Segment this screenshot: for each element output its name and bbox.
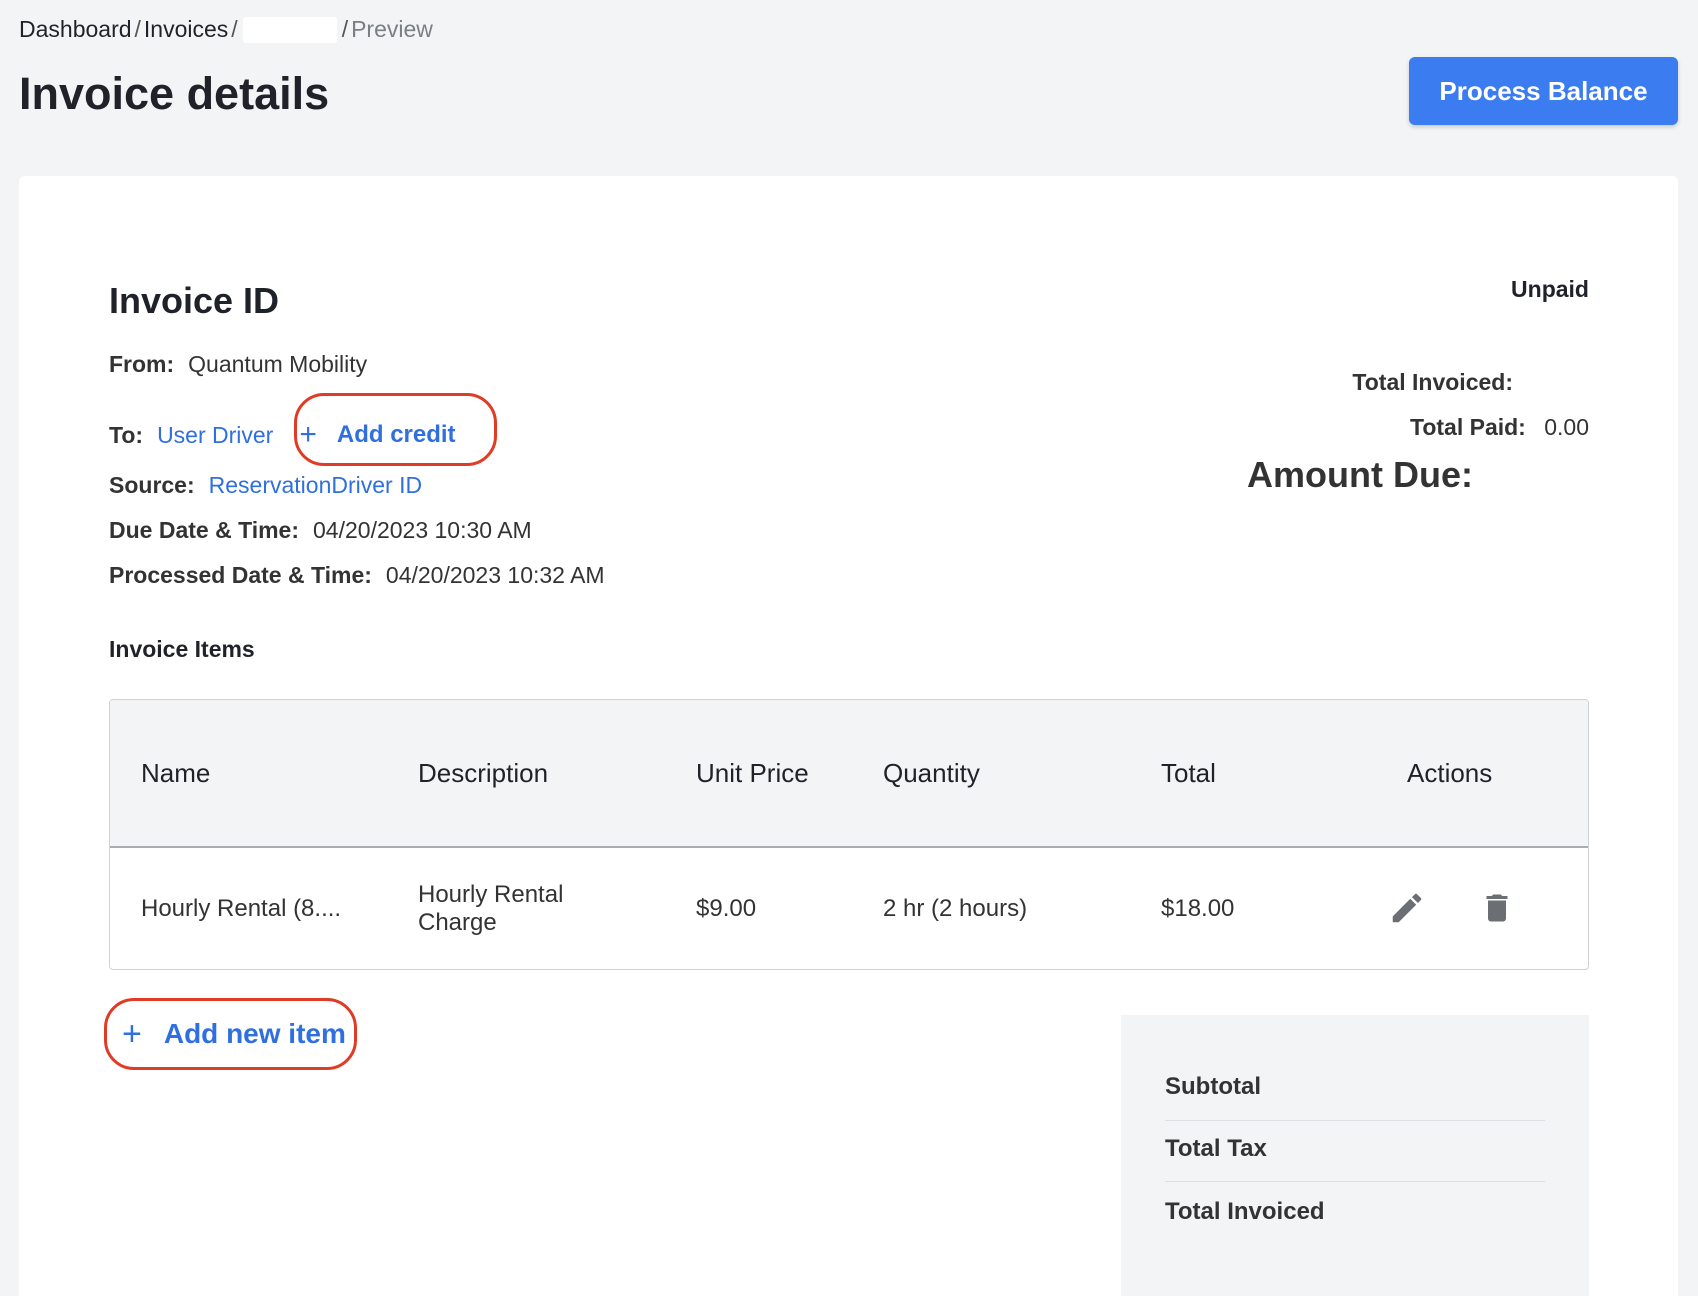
summary-panel: Subtotal Total Tax Total Invoiced (1121, 1015, 1589, 1296)
breadcrumb-current: Preview (351, 16, 433, 42)
cell-description-line1: Hourly Rental (418, 881, 564, 908)
table-header: Name Description Unit Price Quantity Tot… (110, 700, 1588, 848)
total-invoiced-label: Total Invoiced: (1352, 369, 1513, 395)
due-value: 04/20/2023 10:30 AM (313, 517, 532, 543)
summary-divider (1165, 1120, 1545, 1121)
add-credit-button[interactable]: + Add credit (299, 420, 455, 450)
plus-icon: + (299, 418, 317, 451)
column-header-total: Total (1161, 757, 1216, 788)
column-header-quantity: Quantity (883, 757, 980, 788)
cell-total: $18.00 (1161, 895, 1235, 922)
total-invoiced-row: Total Invoiced: (1352, 369, 1513, 396)
add-credit-label: Add credit (336, 421, 456, 448)
breadcrumb: Dashboard / Invoices / / Preview (19, 16, 433, 43)
breadcrumb-invoices[interactable]: Invoices (144, 16, 228, 43)
from-label: From: (109, 351, 175, 377)
to-value-link[interactable]: User Driver (157, 422, 273, 449)
total-paid-row: Total Paid: 0.00 (1410, 414, 1589, 441)
page-root: Dashboard / Invoices / / Preview Invoice… (0, 0, 1698, 1296)
total-paid-label: Total Paid: (1409, 414, 1526, 440)
summary-total-invoiced-label: Total Invoiced (1165, 1198, 1325, 1225)
cell-quantity: 2 hr (2 hours) (883, 895, 1028, 922)
source-row: Source: ReservationDriver ID (109, 472, 422, 499)
cell-description: Hourly Rental Charge (418, 881, 563, 937)
amount-due-label: Amount Due: (1247, 454, 1473, 495)
process-balance-button[interactable]: Process Balance (1409, 57, 1678, 125)
invoice-id-heading: Invoice ID (109, 280, 280, 321)
summary-total-tax-label: Total Tax (1165, 1135, 1267, 1162)
breadcrumb-separator: / (134, 16, 141, 42)
source-label: Source: (109, 472, 195, 498)
cell-unit-price: $9.00 (696, 895, 757, 922)
add-new-item-button[interactable]: + Add new item (122, 1017, 346, 1051)
from-value: Quantum Mobility (188, 351, 368, 377)
column-header-description: Description (418, 757, 549, 788)
pencil-icon[interactable] (1385, 886, 1429, 930)
total-paid-value: 0.00 (1544, 414, 1589, 440)
processed-label: Processed Date & Time: (109, 562, 372, 588)
table-row: Hourly Rental (8.... Hourly Rental Charg… (110, 848, 1588, 969)
due-label: Due Date & Time: (109, 517, 300, 543)
source-value-link[interactable]: ReservationDriver ID (209, 472, 422, 499)
due-row: Due Date & Time: 04/20/2023 10:30 AM (109, 517, 532, 544)
column-header-actions: Actions (1407, 757, 1493, 788)
from-row: From: Quantum Mobility (109, 351, 367, 378)
invoice-items-heading: Invoice Items (109, 636, 255, 662)
invoice-items-table: Name Description Unit Price Quantity Tot… (109, 699, 1589, 970)
breadcrumb-separator: / (341, 16, 349, 42)
breadcrumb-dashboard[interactable]: Dashboard (19, 16, 132, 43)
processed-row: Processed Date & Time: 04/20/2023 10:32 … (109, 562, 605, 589)
column-header-unit-price: Unit Price (696, 757, 809, 788)
summary-divider (1165, 1181, 1545, 1182)
trash-icon[interactable] (1475, 886, 1519, 930)
summary-subtotal-label: Subtotal (1165, 1073, 1261, 1100)
add-new-item-label: Add new item (163, 1018, 346, 1049)
breadcrumb-invoice-id-redacted[interactable] (242, 16, 337, 43)
cell-description-line2: Charge (418, 909, 497, 936)
to-row: To: User Driver + Add credit (109, 420, 456, 450)
to-label: To: (109, 421, 144, 448)
processed-value: 04/20/2023 10:32 AM (385, 562, 605, 588)
cell-name: Hourly Rental (8.... (141, 895, 342, 922)
breadcrumb-separator: / (231, 16, 238, 42)
status-badge: Unpaid (1511, 276, 1589, 302)
plus-icon: + (122, 1015, 142, 1053)
column-header-name: Name (141, 757, 211, 788)
page-title: Invoice details (19, 68, 330, 119)
